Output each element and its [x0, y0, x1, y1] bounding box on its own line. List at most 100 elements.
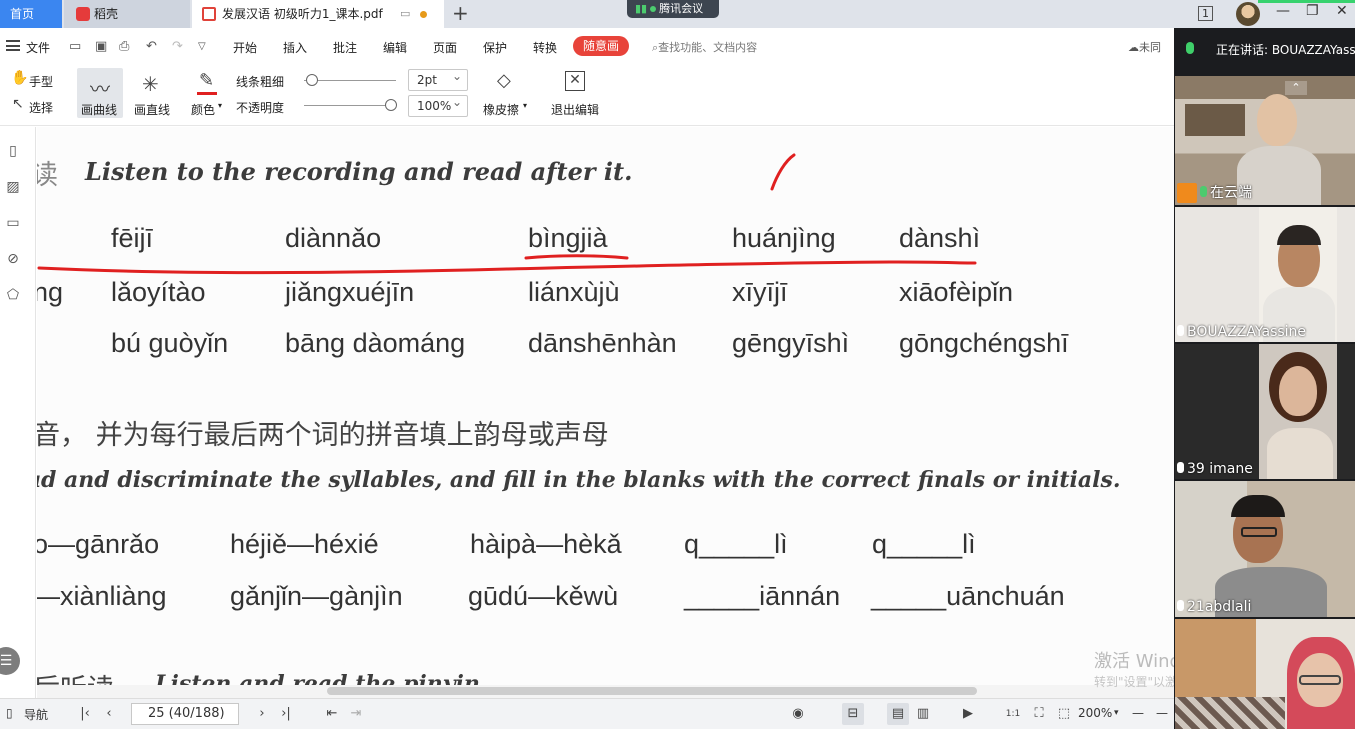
tab-home-label: 首页 [10, 7, 35, 21]
pdf-file-icon [202, 7, 216, 21]
participant-tile-2[interactable]: BOUAZZAYassine [1175, 207, 1355, 342]
ink-stroke-tick [770, 153, 796, 191]
pair-r1-1: o—gānrǎo [37, 529, 160, 559]
draw-line-label: 画直线 [134, 103, 171, 117]
opacity-slider[interactable] [304, 105, 392, 106]
signature-icon[interactable]: ⬠ [4, 287, 22, 305]
left-sidebar: ▯ ▨ ▭ ⊘ ⬠ ☰ [0, 127, 36, 698]
opacity-knob[interactable] [385, 99, 397, 111]
menu-annotate[interactable]: 批注 [333, 39, 357, 56]
participant-face [1257, 94, 1297, 146]
menu-edit[interactable]: 编辑 [383, 39, 407, 56]
tab-docer[interactable]: 稻壳 [64, 0, 190, 28]
close-button[interactable]: ✕ [1336, 3, 1348, 19]
instruction-cn-discriminate: 音， 并为每行最后两个词的拼音填上韵母或声母 [37, 420, 609, 451]
next-page-icon[interactable]: › [251, 703, 273, 725]
zoom-out-icon[interactable]: — [1132, 706, 1144, 720]
thickness-select[interactable]: 2pt [408, 66, 468, 91]
page-number-input[interactable]: 25 (40/188) [131, 703, 239, 725]
navigation-panel-icon[interactable]: ▯ [6, 706, 13, 720]
instruction-listen-read: Listen to the recording and read after i… [85, 157, 633, 186]
user-avatar[interactable] [1236, 2, 1260, 26]
color-label: 颜色 [191, 103, 216, 117]
cloud-sync[interactable]: ☁未同 [1128, 39, 1161, 55]
participant-tile-3[interactable]: 39 imane [1175, 344, 1355, 479]
thumbnail-icon[interactable]: ▨ [4, 179, 22, 197]
menu-protect[interactable]: 保护 [483, 39, 507, 56]
speaking-now-label: 正在讲话: BOUAZZAYassine [1216, 43, 1355, 57]
participant-tile-5[interactable] [1175, 619, 1355, 729]
select-tool[interactable]: 选择 [29, 99, 53, 116]
mic-on-icon [1200, 186, 1207, 197]
minimize-button[interactable]: — [1276, 3, 1290, 19]
hand-tool[interactable]: 手型 [29, 73, 53, 90]
pdf-viewport[interactable]: 读 Listen to the recording and read after… [37, 127, 1174, 698]
draw-line-tool[interactable]: ✳ 画直线 [130, 68, 176, 118]
zoom-dropdown-icon[interactable]: ▾ [1114, 708, 1119, 718]
horizontal-scroll-thumb[interactable] [327, 687, 977, 695]
double-page-icon[interactable]: ▥ [912, 703, 934, 725]
menu-insert[interactable]: 插入 [283, 39, 307, 56]
restore-button[interactable]: ❐ [1306, 3, 1319, 19]
last-page-icon[interactable]: ›| [275, 703, 297, 725]
tab-pdf-document[interactable]: 发展汉语 初级听力1_课本.pdf ▭ [192, 0, 444, 28]
participant-name-2: BOUAZZAYassine [1177, 324, 1306, 340]
undo-icon[interactable]: ↶ [146, 39, 157, 54]
eye-protect-icon[interactable]: ◉ [787, 703, 809, 725]
zoom-level[interactable]: 200% [1078, 706, 1112, 720]
forward-icon[interactable]: ⇥ [345, 703, 367, 725]
quick-access-dropdown-icon[interactable]: ▽ [198, 41, 206, 52]
line-thickness-knob[interactable] [306, 74, 318, 86]
bookmark-icon[interactable]: ▯ [4, 143, 22, 161]
exit-edit-button[interactable]: ✕ 退出编辑 [548, 68, 604, 118]
continuous-view-icon[interactable]: ⊟ [842, 703, 864, 725]
collapse-chevron-icon[interactable]: ⌃ [1285, 81, 1307, 95]
save-icon[interactable]: ▣ [95, 39, 107, 54]
menu-start[interactable]: 开始 [233, 39, 257, 56]
menu-page[interactable]: 页面 [433, 39, 457, 56]
menu-convert[interactable]: 转换 [533, 39, 557, 56]
new-tab-button[interactable]: + [452, 0, 469, 26]
single-page-icon[interactable]: ▤ [887, 703, 909, 725]
actual-size-icon[interactable]: 1:1 [1002, 703, 1024, 725]
pinyin-r3-1: bú guòyǐn [111, 328, 229, 358]
pin-tab-icon[interactable]: ▭ [400, 0, 410, 28]
window-count-badge[interactable]: 1 [1198, 6, 1213, 21]
windows-activation-watermark: 激活 Windows [1094, 651, 1174, 672]
tab-home[interactable]: 首页 [0, 0, 62, 28]
navigation-toggle[interactable]: 导航 [24, 706, 48, 723]
fit-page-icon[interactable]: ⛶ [1028, 703, 1050, 725]
mic-icon [1177, 462, 1184, 473]
comment-icon[interactable]: ▭ [4, 215, 22, 233]
hamburger-icon[interactable] [6, 40, 20, 51]
open-folder-icon[interactable]: ▭ [69, 39, 81, 54]
back-icon[interactable]: ⇤ [321, 703, 343, 725]
menu-bar: 文件 ▭ ▣ ⎙ ↶ ↷ ▽ 开始 插入 批注 编辑 页面 保护 转换 随意画 … [0, 28, 1175, 64]
pinyin-r2-5: xiāofèipǐn [899, 277, 1014, 307]
line-burst-icon: ✳ [142, 72, 159, 96]
participant-tile-1[interactable]: ⌃ 在云端 [1175, 76, 1355, 205]
meeting-indicator-label: 腾讯会议 [659, 2, 704, 15]
prev-page-icon[interactable]: ‹ [98, 703, 120, 725]
eraser-tool[interactable]: ◇ 橡皮擦 ▾ [481, 68, 531, 118]
menu-freehand-draw[interactable]: 随意画 [573, 36, 629, 56]
opacity-label: 不透明度 [236, 101, 285, 115]
cursor-icon: ↖ [12, 96, 24, 112]
play-icon[interactable]: ▶ [957, 703, 979, 725]
participant-tile-4[interactable]: 21abdlali [1175, 481, 1355, 617]
floating-menu-icon[interactable]: ☰ [0, 647, 20, 675]
draw-curve-tool[interactable]: 〰 画曲线 [77, 68, 123, 118]
attachment-icon[interactable]: ⊘ [4, 251, 22, 269]
print-icon[interactable]: ⎙ [119, 39, 129, 54]
menu-file[interactable]: 文件 [26, 39, 50, 56]
opacity-select[interactable]: 100% [408, 92, 468, 117]
pair-r2-2: gǎnjǐn—gànjìn [230, 581, 403, 611]
fit-width-icon[interactable]: ⬚ [1053, 703, 1075, 725]
zoom-slider-track[interactable]: — [1156, 706, 1168, 720]
line-thickness-label: 线条粗细 [236, 75, 285, 89]
command-search[interactable]: ⌕查找功能、文档内容 [652, 39, 757, 55]
meeting-indicator[interactable]: ▮▮ 腾讯会议 [627, 0, 719, 18]
redo-icon[interactable]: ↷ [172, 39, 183, 54]
first-page-icon[interactable]: |‹ [74, 703, 96, 725]
eraser-label: 橡皮擦 [483, 103, 520, 117]
